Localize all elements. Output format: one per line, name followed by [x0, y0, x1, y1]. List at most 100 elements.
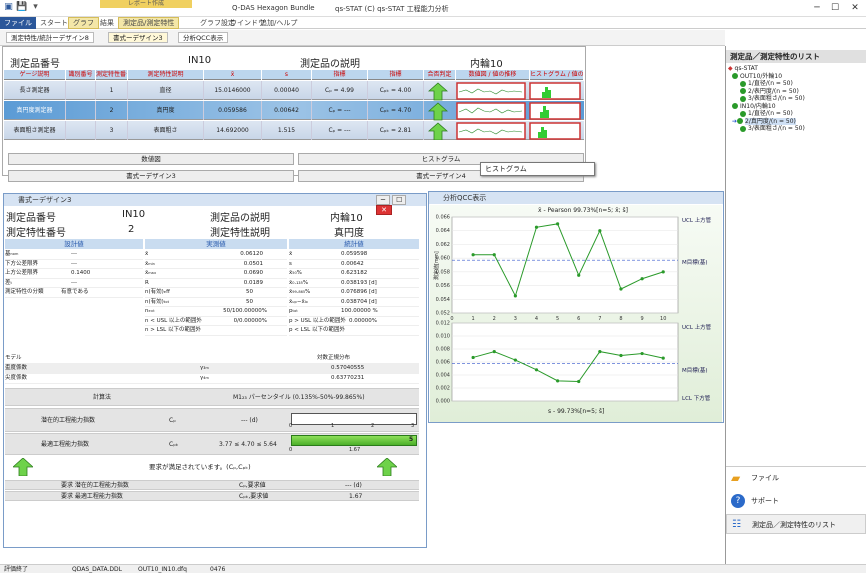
item-label: pₜₒₜ	[289, 308, 299, 314]
folder-icon[interactable]: ▾	[30, 2, 41, 13]
y-tick-label: 0.060	[436, 256, 450, 262]
up-arrow-icon	[428, 82, 448, 140]
y-tick-label: 0.066	[436, 215, 450, 221]
kurtosis-value: 0.63770231	[331, 375, 365, 381]
window-title: qs-STAT (C) qs-STAT 工程能力分析	[335, 5, 449, 13]
menu-file[interactable]: ファイル	[0, 17, 36, 29]
cpk-row: 最適工程能力指数 Cₚₖ 3.77 ≤ 4.70 ≤ 5.64 5 0 1.67	[5, 433, 419, 455]
item-label: x̄₉₉.₈₆₅%	[289, 289, 311, 295]
col-mean: x̄	[204, 70, 262, 80]
nav-list-button[interactable]: ☷ 測定品／測定特性のリスト	[726, 514, 866, 534]
maximize-icon[interactable]: ☐	[828, 2, 842, 14]
menu-part-char[interactable]: 測定品/測定特性	[118, 17, 180, 29]
y-tick-label: 0.056	[436, 283, 450, 289]
req-cpk-symbol: Cₚₖ,要求値	[239, 493, 269, 500]
row-num: 3	[96, 121, 128, 140]
cp-label: 潜在的工程能力指数	[41, 417, 96, 424]
item-label: 基ₙₒₘ	[5, 251, 19, 257]
tree-item[interactable]: 3/表面粗さ/(n = 50)	[728, 125, 864, 133]
menu-graph[interactable]: グラフ	[68, 17, 99, 29]
item-label: p < LSL 以下の範囲外	[289, 327, 345, 333]
skew-label: 歪度係数	[5, 365, 28, 371]
tree-part-out10[interactable]: OUT10/外輪10	[728, 73, 864, 81]
row-id	[66, 121, 96, 140]
close-icon[interactable]: ✕	[376, 205, 392, 215]
tree-root[interactable]: ◆ qs-STAT	[728, 65, 864, 73]
list-item: 差ₜ ---	[5, 279, 143, 288]
row-desc: 真円度	[128, 101, 204, 120]
kurtosis-row: 尖度係数 γ₄ₘ 0.63770231	[5, 374, 419, 384]
nav-support-button[interactable]: ? サポート	[726, 491, 866, 511]
tab-form-design3[interactable]: 書式ーデザイン3	[108, 32, 168, 43]
minimize-icon[interactable]: ─	[376, 195, 390, 205]
check-icon	[732, 103, 738, 109]
value-chart-button[interactable]: 数値図	[8, 153, 294, 165]
col-hist: ヒストグラム / 値の推移	[530, 70, 584, 80]
menu-result[interactable]: 結果	[96, 17, 118, 29]
data-point	[513, 294, 517, 298]
pass-arrows	[428, 82, 448, 140]
data-point	[471, 355, 475, 360]
tree-item[interactable]: 2/表円度/(n = 50)	[728, 88, 864, 96]
col-judge: 合否判定	[424, 70, 456, 80]
check-icon	[740, 88, 746, 94]
data-point	[492, 350, 496, 354]
tree-item-selected[interactable]: ➔ 2/真円度/(n = 50)	[728, 117, 864, 126]
row-mean: 0.059586	[204, 101, 262, 120]
item-label: R	[145, 279, 149, 286]
tree-part-in10[interactable]: IN10/内輪10	[728, 103, 864, 111]
req-cp-label: 要求 潜在的工程能力指数	[61, 482, 129, 489]
tab-qcc[interactable]: 分析QCC表示	[178, 32, 229, 43]
row-cpk: Cₚₖ = 2.81	[368, 121, 424, 140]
item-value: 0.0189	[243, 279, 263, 286]
list-item: n > LSL 以下の範囲外	[145, 326, 287, 336]
row-desc: 表面粗さ	[128, 121, 204, 140]
row-mean: 14.692000	[204, 121, 262, 140]
up-arrow-icon	[377, 458, 397, 476]
y-tick-label: 0.002	[436, 386, 450, 392]
part-list-title: 測定品／測定特性のリスト	[726, 50, 866, 63]
list-item: n(有効)ₑff 50	[145, 288, 287, 298]
maximize-icon[interactable]: ☐	[392, 195, 407, 205]
req-cpk-value: 1.67	[349, 493, 363, 500]
kurtosis-symbol: γ₄ₘ	[200, 375, 209, 381]
data-point	[471, 253, 475, 257]
measured-values-header: 実測値	[145, 239, 287, 249]
calc-method-value: M1₂₃ パーセンタイル (0.135%-50%-99.865%)	[233, 394, 365, 401]
menu-help[interactable]: 追加/ヘルプ	[256, 17, 301, 29]
list-item: s 0.00642	[289, 260, 419, 269]
minimize-icon[interactable]: ─	[810, 2, 824, 14]
form3-button[interactable]: 書式ーデザイン3	[8, 170, 294, 182]
item-value: 50/100.00000%	[223, 308, 267, 314]
row-gauge: 長さ測定器	[4, 81, 66, 100]
list-item: 基ₙₒₘ ---	[5, 250, 143, 260]
tree-item[interactable]: 3/表面粗さ/(n = 50)	[728, 95, 864, 103]
nav-file-button[interactable]: ▰ ファイル	[726, 468, 866, 488]
calc-method-label: 計算法	[93, 394, 112, 401]
menu-start[interactable]: スタート	[36, 17, 72, 29]
col-cpk: 指標	[368, 70, 424, 80]
divider	[726, 466, 866, 467]
skew-value: 0.57040555	[331, 365, 365, 371]
close-icon[interactable]: ✕	[848, 2, 862, 14]
row-cp: Cₚ = 4.99	[312, 81, 368, 100]
list-item: x̄ 0.06120	[145, 250, 287, 260]
list-item: x̄ᵤₚ−x̄ₗₒ 0.038704 [d]	[289, 298, 419, 307]
item-value: 50	[246, 298, 253, 305]
cpk-range: 3.77 ≤ 4.70 ≤ 5.64	[219, 441, 277, 448]
form-char-no-label: 測定特性番号	[6, 228, 66, 239]
req-cp-row: 要求 潜在的工程能力指数 Cₚ,要求値 --- (d)	[5, 480, 419, 490]
item-value: ---	[71, 279, 77, 286]
summary-table-header: ゲージ説明 識別番号 測定特性番号 測定特性説明 x̄ s 指標 指標 合否判定…	[4, 70, 584, 80]
x-tick-label: 2	[493, 316, 496, 322]
save-icon[interactable]: 💾	[16, 2, 27, 13]
tab-char-stat-design8[interactable]: 測定特性/統計ーデザイン8	[6, 32, 94, 43]
tree-item[interactable]: 1/直径/(n = 50)	[728, 110, 864, 118]
item-label: 測定特性の分類	[5, 289, 44, 295]
col-gauge: ゲージ説明	[4, 70, 66, 80]
cpk-label: 最適工程能力指数	[41, 441, 90, 448]
list-item: x̄₉₉.₈₆₅% 0.076896 [d]	[289, 288, 419, 298]
cp-scale	[291, 413, 417, 425]
tree-item[interactable]: 1/直径/(n = 50)	[728, 80, 864, 88]
item-label: nₑₓₜ	[145, 308, 155, 314]
